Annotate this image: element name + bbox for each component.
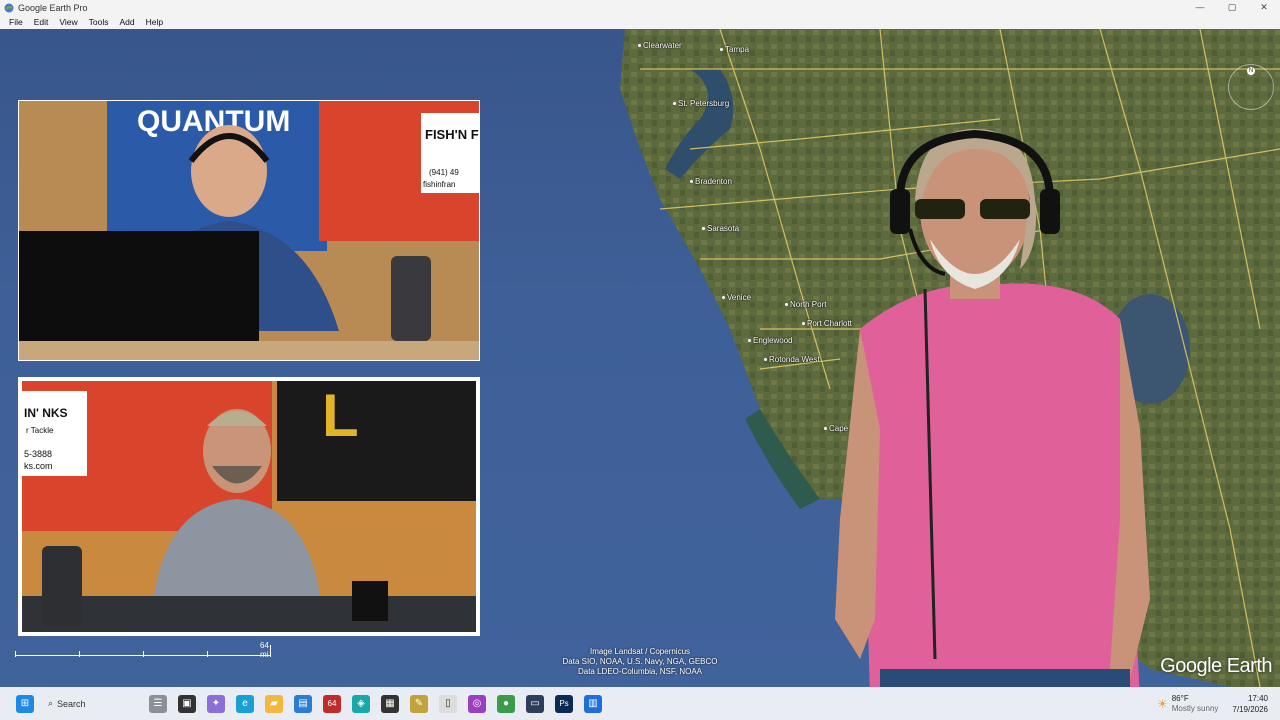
menu-help[interactable]: Help [146, 17, 163, 27]
app-teal-icon[interactable]: ◈ [352, 694, 370, 713]
video-bottom-banner: L [322, 382, 359, 449]
chrome-icon[interactable]: ● [497, 694, 515, 713]
file-explorer-icon[interactable]: ▰ [265, 694, 283, 713]
city-venice: Venice [722, 293, 751, 302]
video-top-scene: QUANTUM FISH'N FR (941) 49 fishinfran [19, 101, 479, 360]
close-button[interactable]: ✕ [1248, 2, 1280, 13]
clock-time: 17:40 [1247, 693, 1268, 703]
notes-icon[interactable]: ✎ [410, 694, 428, 713]
film-icon[interactable]: ▦ [381, 694, 399, 713]
document-icon[interactable]: ▯ [439, 694, 457, 713]
video-bottom-site: ks.com [24, 461, 53, 471]
taskbar: ⊞ ⌕ Search ☰ ▣ ✦ e ▰ ▤ 64 ◈ ▦ ✎ ▯ ◎ ● ▭ … [0, 687, 1280, 720]
search-icon: ⌕ [48, 698, 54, 708]
title-bar: Google Earth Pro — ▢ ✕ [0, 0, 1280, 15]
presenter-figure [835, 129, 1150, 687]
clock-date: 7/19/2026 [1232, 704, 1268, 714]
menu-view[interactable]: View [59, 17, 77, 27]
video-bottom-scene: L IN' NKS r Tackle 5-3888 ks.com [22, 381, 476, 632]
google-earth-icon [4, 3, 14, 12]
menu-file[interactable]: File [9, 17, 23, 27]
system-tray: ☀ 86°F Mostly sunny 17:40 7/19/2026 [1157, 693, 1280, 715]
video-bottom-sign-sub: r Tackle [26, 426, 54, 435]
windows-start-icon[interactable]: ⊞ [16, 694, 34, 713]
weather-temp: 86°F [1171, 693, 1189, 703]
task-view-icon[interactable]: ▣ [178, 694, 196, 713]
maximize-button[interactable]: ▢ [1216, 2, 1248, 13]
scale-label: 64 mi [260, 641, 269, 659]
city-englewood: Englewood [748, 336, 793, 345]
video-bottom-sign: IN' NKS [24, 406, 68, 420]
attribution-line-3: Data LDEO-Columbia, NSF, NOAA [577, 667, 703, 676]
weather-desc: Mostly sunny [1171, 703, 1219, 713]
video-top-sign: FISH'N FR [425, 127, 479, 142]
city-bradenton: Bradenton [690, 177, 732, 186]
video-top-phone: (941) 49 [429, 168, 459, 177]
widgets-icon[interactable]: ☰ [149, 694, 167, 713]
video-top-site: fishinfran [423, 180, 455, 189]
scale-bar: 64 mi [15, 641, 271, 659]
compass-icon[interactable]: N [1228, 64, 1274, 110]
city-rotonda-west: Rotonda West [764, 355, 820, 364]
minimize-button[interactable]: — [1184, 2, 1216, 13]
menu-edit[interactable]: Edit [34, 17, 49, 27]
calculator-icon[interactable]: ▥ [584, 694, 602, 713]
photoshop-icon[interactable]: Ps [555, 694, 573, 713]
search-placeholder: Search [57, 698, 86, 709]
attribution-line-1: Image Landsat / Copernicus [589, 647, 691, 656]
attribution-line-2: Data SIO, NOAA, U.S. Navy, NGA, GEBCO [562, 657, 718, 666]
screen-app-icon[interactable]: ▭ [526, 694, 544, 713]
city-sarasota: Sarasota [702, 224, 739, 233]
window-title: Google Earth Pro [18, 2, 88, 13]
map-viewport[interactable]: Clearwater Tampa St. Petersburg Bradento… [0, 29, 1280, 687]
video-feed-bottom: L IN' NKS r Tackle 5-3888 ks.com [18, 377, 480, 636]
copilot-icon[interactable]: ✦ [207, 694, 225, 713]
app-64-icon[interactable]: 64 [323, 694, 341, 713]
google-earth-logo: Google Earth [1160, 655, 1272, 677]
taskbar-search[interactable]: ⌕ Search [48, 698, 138, 709]
city-tampa: Tampa [720, 45, 749, 54]
video-bottom-phone: 5-3888 [24, 449, 52, 459]
menu-tools[interactable]: Tools [89, 17, 109, 27]
weather-widget[interactable]: 86°F Mostly sunny [1172, 694, 1219, 714]
menu-add[interactable]: Add [119, 17, 134, 27]
city-st-petersburg: St. Petersburg [673, 99, 729, 108]
city-clearwater: Clearwater [638, 41, 682, 50]
video-feed-top: QUANTUM FISH'N FR (941) 49 fishinfran [18, 100, 480, 361]
clock[interactable]: 17:40 7/19/2026 [1232, 693, 1268, 715]
podcast-icon[interactable]: ◎ [468, 694, 486, 713]
map-attribution: Image Landsat / Copernicus Data SIO, NOA… [540, 647, 740, 677]
menu-bar: File Edit View Tools Add Help [0, 15, 1280, 30]
store-icon[interactable]: ▤ [294, 694, 312, 713]
weather-icon[interactable]: ☀ [1157, 697, 1168, 711]
edge-icon[interactable]: e [236, 694, 254, 713]
